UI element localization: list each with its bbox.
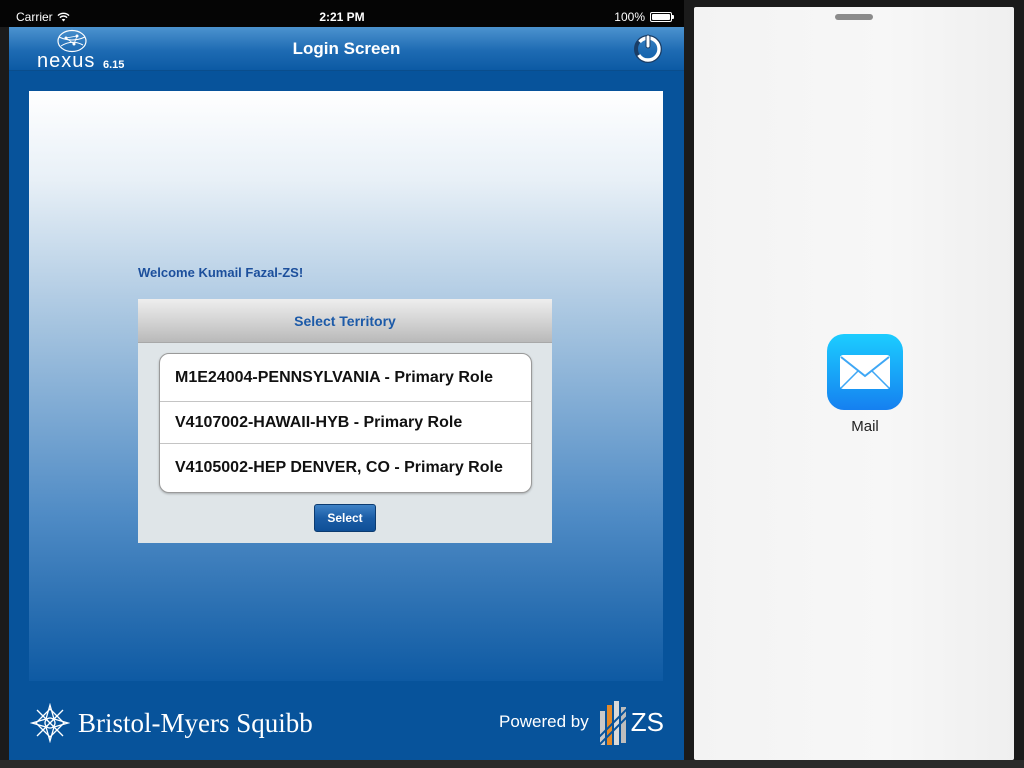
app-header: nexus 6.15 Login Screen xyxy=(9,27,684,72)
wallpaper-strip xyxy=(0,760,1024,768)
slide-over-handle[interactable] xyxy=(835,14,873,20)
bms-logo: Bristol-Myers Squibb xyxy=(30,703,313,743)
slide-over-panel[interactable]: Mail xyxy=(694,7,1014,760)
power-icon[interactable] xyxy=(632,32,664,64)
battery-percent: 100% xyxy=(614,10,645,24)
territory-option[interactable]: M1E24004-PENNSYLVANIA - Primary Role xyxy=(160,354,531,402)
panel-title: Select Territory xyxy=(138,299,552,343)
company-name: Bristol-Myers Squibb xyxy=(78,707,313,738)
welcome-message: Welcome Kumail Fazal-ZS! xyxy=(138,265,304,280)
zs-logo: ZS xyxy=(598,697,664,747)
login-content: Welcome Kumail Fazal-ZS! Select Territor… xyxy=(29,91,663,681)
status-bar: Carrier 2:21 PM 100% xyxy=(0,0,684,27)
select-button[interactable]: Select xyxy=(314,504,376,532)
mail-app-label: Mail xyxy=(851,418,879,435)
battery-icon xyxy=(650,12,674,22)
powered-by-label: Powered by xyxy=(498,712,589,731)
battery-fill xyxy=(652,14,670,20)
territory-option[interactable]: V4105002-HEP DENVER, CO - Primary Role xyxy=(160,444,531,492)
territory-list: M1E24004-PENNSYLVANIA - Primary Role V41… xyxy=(159,353,532,493)
mail-icon[interactable] xyxy=(827,334,903,410)
nexus-app: nexus 6.15 Login Screen Welcome Kumail F… xyxy=(9,27,684,760)
envelope-icon xyxy=(840,355,890,389)
bms-star-icon xyxy=(30,703,70,743)
zs-bars-icon xyxy=(598,701,629,746)
clock: 2:21 PM xyxy=(319,10,365,24)
powered-by: Powered by ZS xyxy=(499,697,664,747)
zs-wordmark: ZS xyxy=(630,706,664,737)
page-title: Login Screen xyxy=(292,39,401,58)
territory-option[interactable]: V4107002-HAWAII-HYB - Primary Role xyxy=(160,402,531,444)
battery-indicator: 100% xyxy=(614,10,674,24)
territory-panel: Select Territory M1E24004-PENNSYLVANIA -… xyxy=(138,299,552,543)
mail-app-button[interactable]: Mail xyxy=(827,334,903,435)
app-version: 6.15 xyxy=(103,59,125,71)
